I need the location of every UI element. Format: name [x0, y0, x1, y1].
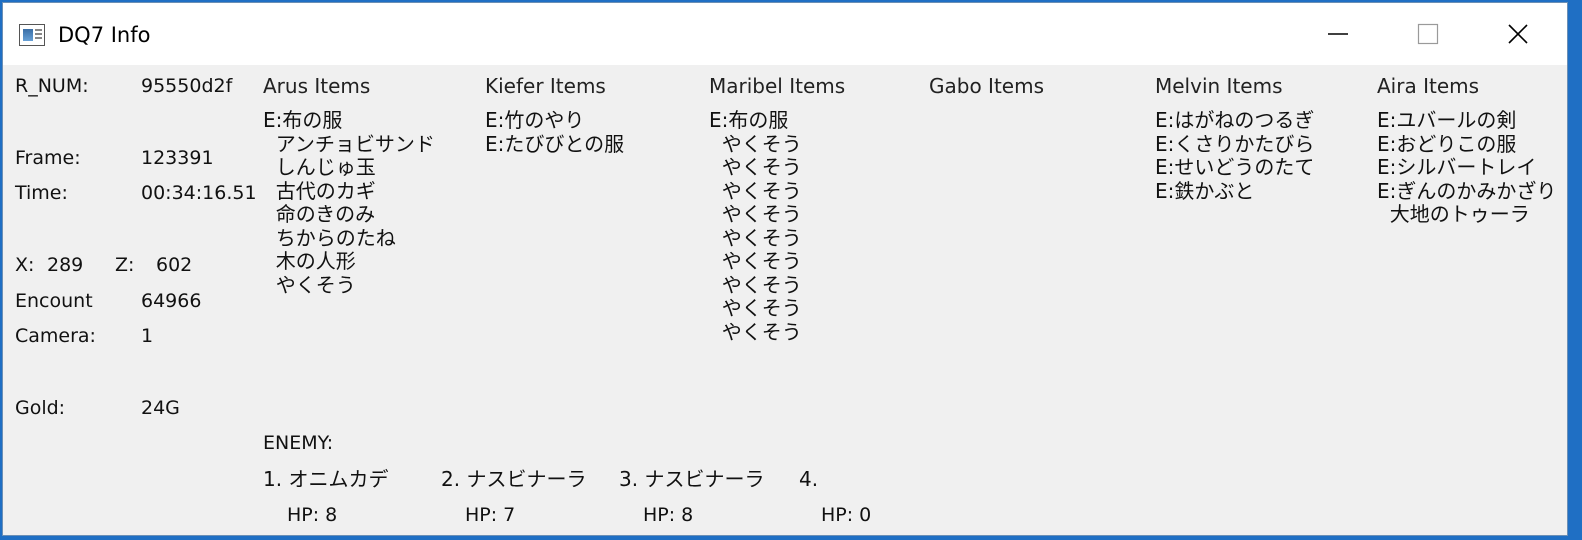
dq7-info-window: DQ7 Info R_NUM: 95550d2f Frame: 123391 T… [2, 2, 1568, 536]
x-label: X: [15, 254, 35, 276]
list-item: ちからのたね [263, 225, 396, 250]
list-item: E:竹のやり [485, 108, 585, 132]
z-label: Z: [115, 254, 135, 276]
list-item: E:たびびとの服 [485, 131, 625, 156]
list-item: E:はがねのつるぎ [1155, 108, 1315, 132]
camera-label: Camera: [15, 325, 96, 347]
r-num-label: R_NUM: [15, 75, 89, 97]
list-item: やくそう [709, 296, 802, 320]
enemy-name: 4. [799, 467, 819, 491]
arus-items-header: Arus Items [263, 74, 371, 98]
list-item: E:くさりかたびら [1155, 131, 1315, 156]
z-value: 602 [156, 254, 193, 276]
list-item: E:鉄かぶと [1155, 178, 1255, 203]
list-item: やくそう [709, 319, 802, 344]
aira-item-list: E:ユバールの剣 E:おどりこの服 E:シルバートレイ E:ぎんのかみかざり 大… [1377, 108, 1557, 227]
enemy-name: 1. オニムカデ [263, 467, 389, 491]
list-item: やくそう [709, 131, 802, 156]
list-item: やくそう [709, 202, 802, 226]
list-item: アンチョビサンド [263, 131, 435, 156]
list-item: E:おどりこの服 [1377, 131, 1517, 156]
enemy-label: ENEMY: [263, 432, 334, 454]
list-item: E:せいどうのたて [1155, 155, 1315, 179]
encount-value: 64966 [141, 290, 202, 312]
list-item: やくそう [709, 272, 802, 297]
melvin-items-header: Melvin Items [1155, 74, 1283, 98]
list-item: やくそう [263, 272, 356, 297]
list-item: 大地のトゥーラ [1377, 202, 1530, 226]
list-item: E:布の服 [263, 108, 343, 132]
list-item: 古代のカギ [263, 178, 376, 203]
maximize-icon [1417, 23, 1439, 45]
arus-item-list: E:布の服 アンチョビサンド しんじゅ玉 古代のカギ 命のきのみ ちからのたね … [263, 108, 435, 297]
list-item: E:ぎんのかみかざり [1377, 178, 1557, 203]
frame-value: 123391 [141, 147, 214, 169]
gold-value: 24G [141, 397, 180, 419]
enemy-hp: HP: 8 [643, 504, 694, 526]
kiefer-item-list: E:竹のやり E:たびびとの服 [485, 108, 625, 156]
maribel-items-header: Maribel Items [709, 74, 846, 98]
list-item: しんじゅ玉 [263, 155, 376, 179]
gabo-items-header: Gabo Items [929, 74, 1044, 98]
close-icon [1508, 24, 1528, 44]
encount-label: Encount [15, 290, 93, 312]
list-item: やくそう [709, 225, 802, 250]
info-panel: R_NUM: 95550d2f Frame: 123391 Time: 00:3… [3, 65, 1567, 535]
enemy-name: 3. ナスビナーラ [619, 467, 765, 491]
list-item: E:ユバールの剣 [1377, 108, 1517, 132]
minimize-button[interactable] [1293, 3, 1383, 65]
list-item: やくそう [709, 249, 802, 273]
x-value: 289 [47, 254, 84, 276]
r-num-value: 95550d2f [141, 75, 233, 97]
kiefer-items-header: Kiefer Items [485, 74, 606, 98]
list-item: E:シルバートレイ [1377, 155, 1537, 179]
melvin-item-list: E:はがねのつるぎ E:くさりかたびら E:せいどうのたて E:鉄かぶと [1155, 108, 1315, 203]
time-value: 00:34:16.51 [141, 182, 257, 204]
maribel-item-list: E:布の服 やくそう やくそう やくそう やくそう やくそう やくそう やくそう… [709, 108, 802, 344]
list-item: 木の人形 [263, 249, 356, 273]
close-button[interactable] [1473, 3, 1563, 65]
gold-label: Gold: [15, 397, 66, 419]
enemy-hp: HP: 0 [821, 504, 872, 526]
aira-items-header: Aira Items [1377, 74, 1480, 98]
app-window-icon [19, 24, 45, 46]
window-title: DQ7 Info [58, 23, 151, 47]
list-item: やくそう [709, 155, 802, 179]
list-item: 命のきのみ [263, 202, 376, 226]
list-item: やくそう [709, 178, 802, 203]
enemy-hp: HP: 8 [287, 504, 338, 526]
minimize-icon [1328, 33, 1348, 35]
list-item: E:布の服 [709, 108, 789, 132]
enemy-name: 2. ナスビナーラ [441, 467, 587, 491]
frame-label: Frame: [15, 147, 81, 169]
time-label: Time: [15, 182, 68, 204]
enemy-hp: HP: 7 [465, 504, 516, 526]
title-bar[interactable]: DQ7 Info [3, 3, 1567, 65]
camera-value: 1 [141, 325, 154, 347]
maximize-button[interactable] [1383, 3, 1473, 65]
